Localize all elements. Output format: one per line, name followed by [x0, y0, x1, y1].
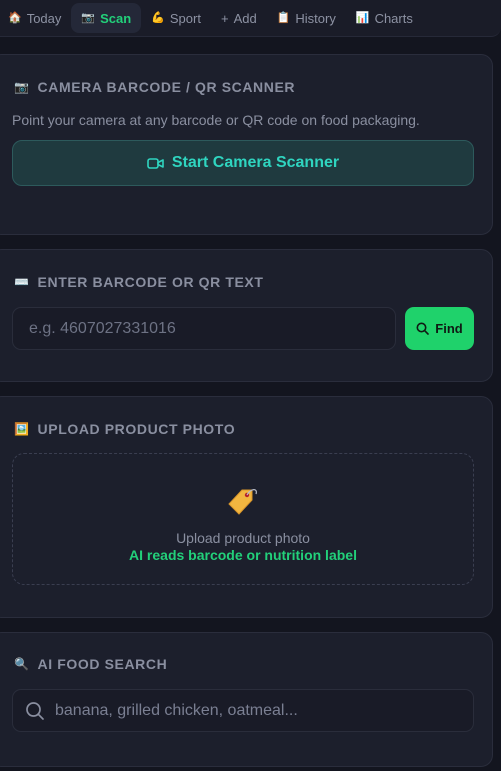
camera-hint: Point your camera at any barcode or QR c…: [12, 112, 420, 128]
ai-food-search-card: 🔍 AI FOOD SEARCH banana, grilled chicken…: [0, 632, 493, 767]
card-title: ⌨️ ENTER BARCODE OR QR TEXT: [14, 274, 264, 290]
find-label: Find: [435, 321, 463, 336]
start-camera-button[interactable]: Start Camera Scanner: [12, 140, 474, 186]
flexed-biceps-icon: 💪: [151, 11, 165, 24]
tab-label: Add: [233, 10, 257, 26]
barcode-entry-card: ⌨️ ENTER BARCODE OR QR TEXT e.g. 4607027…: [0, 249, 493, 382]
search-icon: [26, 701, 44, 720]
keyboard-icon: ⌨️: [14, 275, 30, 289]
tab-today[interactable]: 🏠 Today: [0, 3, 71, 33]
tab-label: Sport: [169, 10, 201, 26]
tab-sport[interactable]: 💪 Sport: [141, 3, 211, 33]
tab-label: Today: [26, 10, 62, 26]
upload-title: UPLOAD PRODUCT PHOTO: [37, 421, 236, 437]
plus-icon: +: [220, 10, 229, 26]
camera-scanner-card: 📷 CAMERA BARCODE / QR SCANNER Point your…: [0, 54, 493, 235]
tab-charts[interactable]: 📊 Charts: [346, 3, 423, 33]
camera-title: CAMERA BARCODE / QR SCANNER: [37, 79, 296, 95]
tab-history[interactable]: 📋 History: [267, 3, 346, 33]
bar-chart-icon: 📊: [355, 11, 370, 24]
house-icon: 🏠: [8, 11, 22, 24]
tab-add[interactable]: + Add: [211, 3, 267, 33]
card-title: 🖼️ UPLOAD PRODUCT PHOTO: [14, 421, 235, 437]
food-search-input[interactable]: banana, grilled chicken, oatmeal...: [12, 689, 474, 732]
camera-icon: 📷: [14, 80, 30, 94]
photo-dropzone[interactable]: Upload product photo AI reads barcode or…: [12, 453, 474, 585]
tab-label: Charts: [374, 10, 413, 26]
barcode-title: ENTER BARCODE OR QR TEXT: [37, 274, 264, 290]
price-tag-icon: [228, 489, 257, 515]
picture-icon: 🖼️: [14, 422, 30, 436]
upload-line1: Upload product photo: [176, 530, 310, 546]
ai-search-title: AI FOOD SEARCH: [37, 656, 168, 672]
food-search-placeholder: banana, grilled chicken, oatmeal...: [55, 701, 298, 719]
tab-label: History: [295, 10, 336, 26]
magnifier-icon: 🔍: [14, 657, 30, 671]
video-camera-icon: [147, 157, 164, 169]
tab-label: Scan: [100, 10, 132, 26]
upload-photo-card: 🖼️ UPLOAD PRODUCT PHOTO Upload product p…: [0, 396, 493, 618]
top-nav: 🏠 Today 📷 Scan 💪 Sport + Add 📋 History 📊…: [0, 0, 501, 37]
tab-scan[interactable]: 📷 Scan: [71, 3, 142, 33]
upload-line2: AI reads barcode or nutrition label: [129, 547, 357, 563]
search-icon: [416, 322, 430, 335]
find-button[interactable]: Find: [405, 307, 474, 350]
camera-icon: 📷: [81, 11, 96, 24]
clipboard-icon: 📋: [276, 11, 291, 24]
card-title: 📷 CAMERA BARCODE / QR SCANNER: [14, 79, 295, 95]
barcode-input[interactable]: e.g. 4607027331016: [12, 307, 396, 350]
card-title: 🔍 AI FOOD SEARCH: [14, 656, 167, 672]
start-camera-label: Start Camera Scanner: [171, 154, 340, 171]
